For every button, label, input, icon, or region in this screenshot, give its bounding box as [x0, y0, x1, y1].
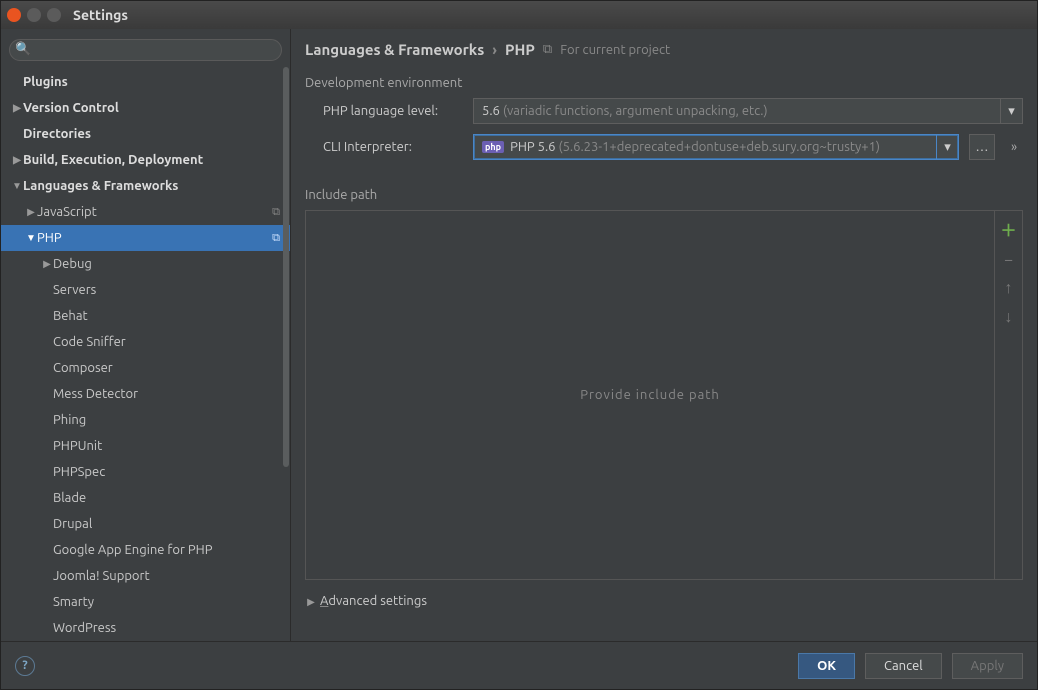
- include-path-section-title: Include path: [305, 188, 1023, 202]
- tree-item-behat[interactable]: Behat: [1, 303, 290, 329]
- help-button[interactable]: ?: [15, 656, 35, 676]
- php-language-level-hint: (variadic functions, argument unpacking,…: [503, 104, 768, 118]
- search-icon: 🔍: [15, 42, 31, 57]
- settings-sidebar: 🔍 Plugins ▶Version Control Directories ▶…: [1, 29, 291, 641]
- dialog-footer: ? OK Cancel Apply: [1, 641, 1037, 689]
- window-close-icon[interactable]: [7, 8, 21, 22]
- cli-interpreter-browse-button[interactable]: …: [969, 134, 995, 160]
- project-scope-icon: ⧉: [272, 232, 280, 245]
- remove-include-path-button[interactable]: −: [1004, 251, 1013, 269]
- settings-window: Settings 🔍 Plugins ▶Version Control Dire…: [0, 0, 1038, 690]
- tree-item-version-control[interactable]: ▶Version Control: [1, 95, 290, 121]
- advanced-settings-label: Advanced settings: [320, 594, 427, 608]
- chevron-down-icon: ▼: [11, 180, 23, 192]
- settings-content: Languages & Frameworks › PHP ⧉ For curre…: [291, 29, 1037, 641]
- include-path-placeholder: Provide include path: [580, 388, 720, 402]
- tree-item-phpspec[interactable]: PHPSpec: [1, 459, 290, 485]
- tree-item-composer[interactable]: Composer: [1, 355, 290, 381]
- tree-item-languages-frameworks[interactable]: ▼Languages & Frameworks: [1, 173, 290, 199]
- php-interpreter-icon: php: [482, 141, 504, 153]
- dev-env-section-title: Development environment: [305, 76, 1023, 90]
- search-field[interactable]: 🔍: [9, 39, 282, 61]
- breadcrumb-leaf: PHP: [505, 41, 535, 58]
- titlebar: Settings: [1, 1, 1037, 29]
- ellipsis-icon: …: [976, 140, 989, 154]
- search-input[interactable]: [9, 39, 282, 61]
- tree-item-plugins[interactable]: Plugins: [1, 69, 290, 95]
- breadcrumb-scope: For current project: [560, 43, 670, 57]
- tree-item-joomla[interactable]: Joomla! Support: [1, 563, 290, 589]
- chevron-right-icon: ▶: [25, 206, 37, 218]
- tree-item-blade[interactable]: Blade: [1, 485, 290, 511]
- breadcrumb-root: Languages & Frameworks: [305, 41, 484, 58]
- chevron-down-icon[interactable]: ▾: [936, 135, 958, 159]
- window-minimize-icon[interactable]: [27, 8, 41, 22]
- include-path-list[interactable]: Provide include path: [305, 210, 995, 580]
- tree-item-code-sniffer[interactable]: Code Sniffer: [1, 329, 290, 355]
- add-include-path-button[interactable]: ＋: [1000, 217, 1016, 241]
- tree-item-debug[interactable]: ▶Debug: [1, 251, 290, 277]
- chevron-down-icon: ▼: [25, 232, 37, 244]
- move-down-button[interactable]: ↓: [1005, 308, 1013, 327]
- tree-item-smarty[interactable]: Smarty: [1, 589, 290, 615]
- window-title: Settings: [73, 7, 128, 23]
- cli-interpreter-combo[interactable]: php PHP 5.6 (5.6.23-1+deprecated+dontuse…: [473, 134, 959, 160]
- advanced-settings-toggle[interactable]: ▶ Advanced settings: [305, 594, 1023, 608]
- tree-item-build[interactable]: ▶Build, Execution, Deployment: [1, 147, 290, 173]
- ok-button[interactable]: OK: [798, 653, 855, 679]
- tree-item-directories[interactable]: Directories: [1, 121, 290, 147]
- settings-tree[interactable]: Plugins ▶Version Control Directories ▶Bu…: [1, 67, 290, 641]
- cli-interpreter-hint: (5.6.23-1+deprecated+dontuse+deb.sury.or…: [559, 140, 881, 154]
- cli-interpreter-value: PHP 5.6: [510, 140, 555, 154]
- php-language-level-label: PHP language level:: [323, 104, 463, 118]
- chevron-right-icon: ▶: [11, 154, 23, 166]
- breadcrumb-separator-icon: ›: [492, 41, 497, 58]
- chevron-right-icon: ▶: [305, 596, 317, 608]
- project-scope-icon: ⧉: [543, 42, 552, 57]
- cli-interpreter-label: CLI Interpreter:: [323, 140, 463, 154]
- chevron-down-icon[interactable]: ▾: [1000, 99, 1022, 123]
- scrollbar-thumb[interactable]: [283, 67, 289, 467]
- php-language-level-value: 5.6: [482, 104, 500, 118]
- tree-item-javascript[interactable]: ▶JavaScript⧉: [1, 199, 290, 225]
- chevron-right-icon: ▶: [41, 258, 53, 270]
- tree-item-mess-detector[interactable]: Mess Detector: [1, 381, 290, 407]
- window-maximize-icon[interactable]: [47, 8, 61, 22]
- tree-item-drupal[interactable]: Drupal: [1, 511, 290, 537]
- tree-item-gae[interactable]: Google App Engine for PHP: [1, 537, 290, 563]
- expand-more-icon[interactable]: »: [1005, 140, 1023, 154]
- breadcrumb: Languages & Frameworks › PHP ⧉ For curre…: [305, 41, 1023, 58]
- cancel-button[interactable]: Cancel: [865, 653, 942, 679]
- chevron-right-icon: ▶: [11, 102, 23, 114]
- project-scope-icon: ⧉: [272, 206, 280, 219]
- tree-item-wordpress[interactable]: WordPress: [1, 615, 290, 641]
- tree-item-servers[interactable]: Servers: [1, 277, 290, 303]
- tree-item-phing[interactable]: Phing: [1, 407, 290, 433]
- tree-item-php[interactable]: ▼PHP⧉: [1, 225, 290, 251]
- php-language-level-combo[interactable]: 5.6 (variadic functions, argument unpack…: [473, 98, 1023, 124]
- apply-button[interactable]: Apply: [952, 653, 1023, 679]
- tree-item-phpunit[interactable]: PHPUnit: [1, 433, 290, 459]
- include-path-toolbar: ＋ − ↑ ↓: [995, 210, 1023, 580]
- move-up-button[interactable]: ↑: [1005, 279, 1013, 298]
